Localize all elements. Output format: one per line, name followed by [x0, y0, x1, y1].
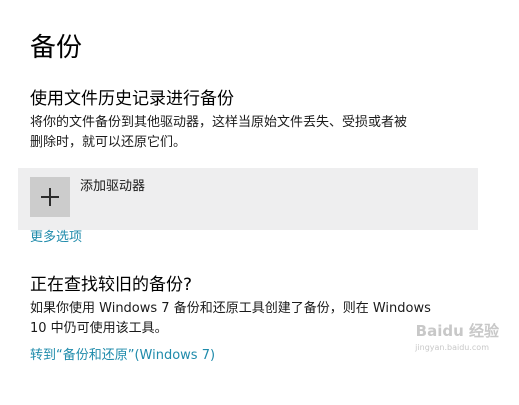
- add-drive-button[interactable]: 添加驱动器: [18, 168, 478, 230]
- page-title: 备份: [30, 33, 83, 63]
- older-backup-description-line2: 10 中仍可使用该工具。: [30, 321, 168, 336]
- more-options-link[interactable]: 更多选项: [30, 229, 82, 247]
- older-backup-description-line1: 如果你使用 Windows 7 备份和还原工具创建了备份，则在 Windows: [30, 301, 431, 316]
- file-history-heading: 使用文件历史记录进行备份: [30, 89, 234, 109]
- backup-restore-link[interactable]: 转到“备份和还原”(Windows 7): [30, 347, 215, 365]
- plus-icon: [30, 177, 70, 217]
- watermark-url: jingyan.baidu.com: [415, 343, 489, 352]
- older-backup-heading: 正在查找较旧的备份?: [30, 275, 193, 295]
- file-history-description-line1: 将你的文件备份到其他驱动器，这样当原始文件丢失、受损或者被: [30, 115, 408, 130]
- add-drive-label: 添加驱动器: [80, 179, 146, 194]
- watermark-logo: Baidu 经验: [415, 322, 499, 340]
- file-history-description-line2: 删除时，就可以还原它们。: [30, 135, 187, 150]
